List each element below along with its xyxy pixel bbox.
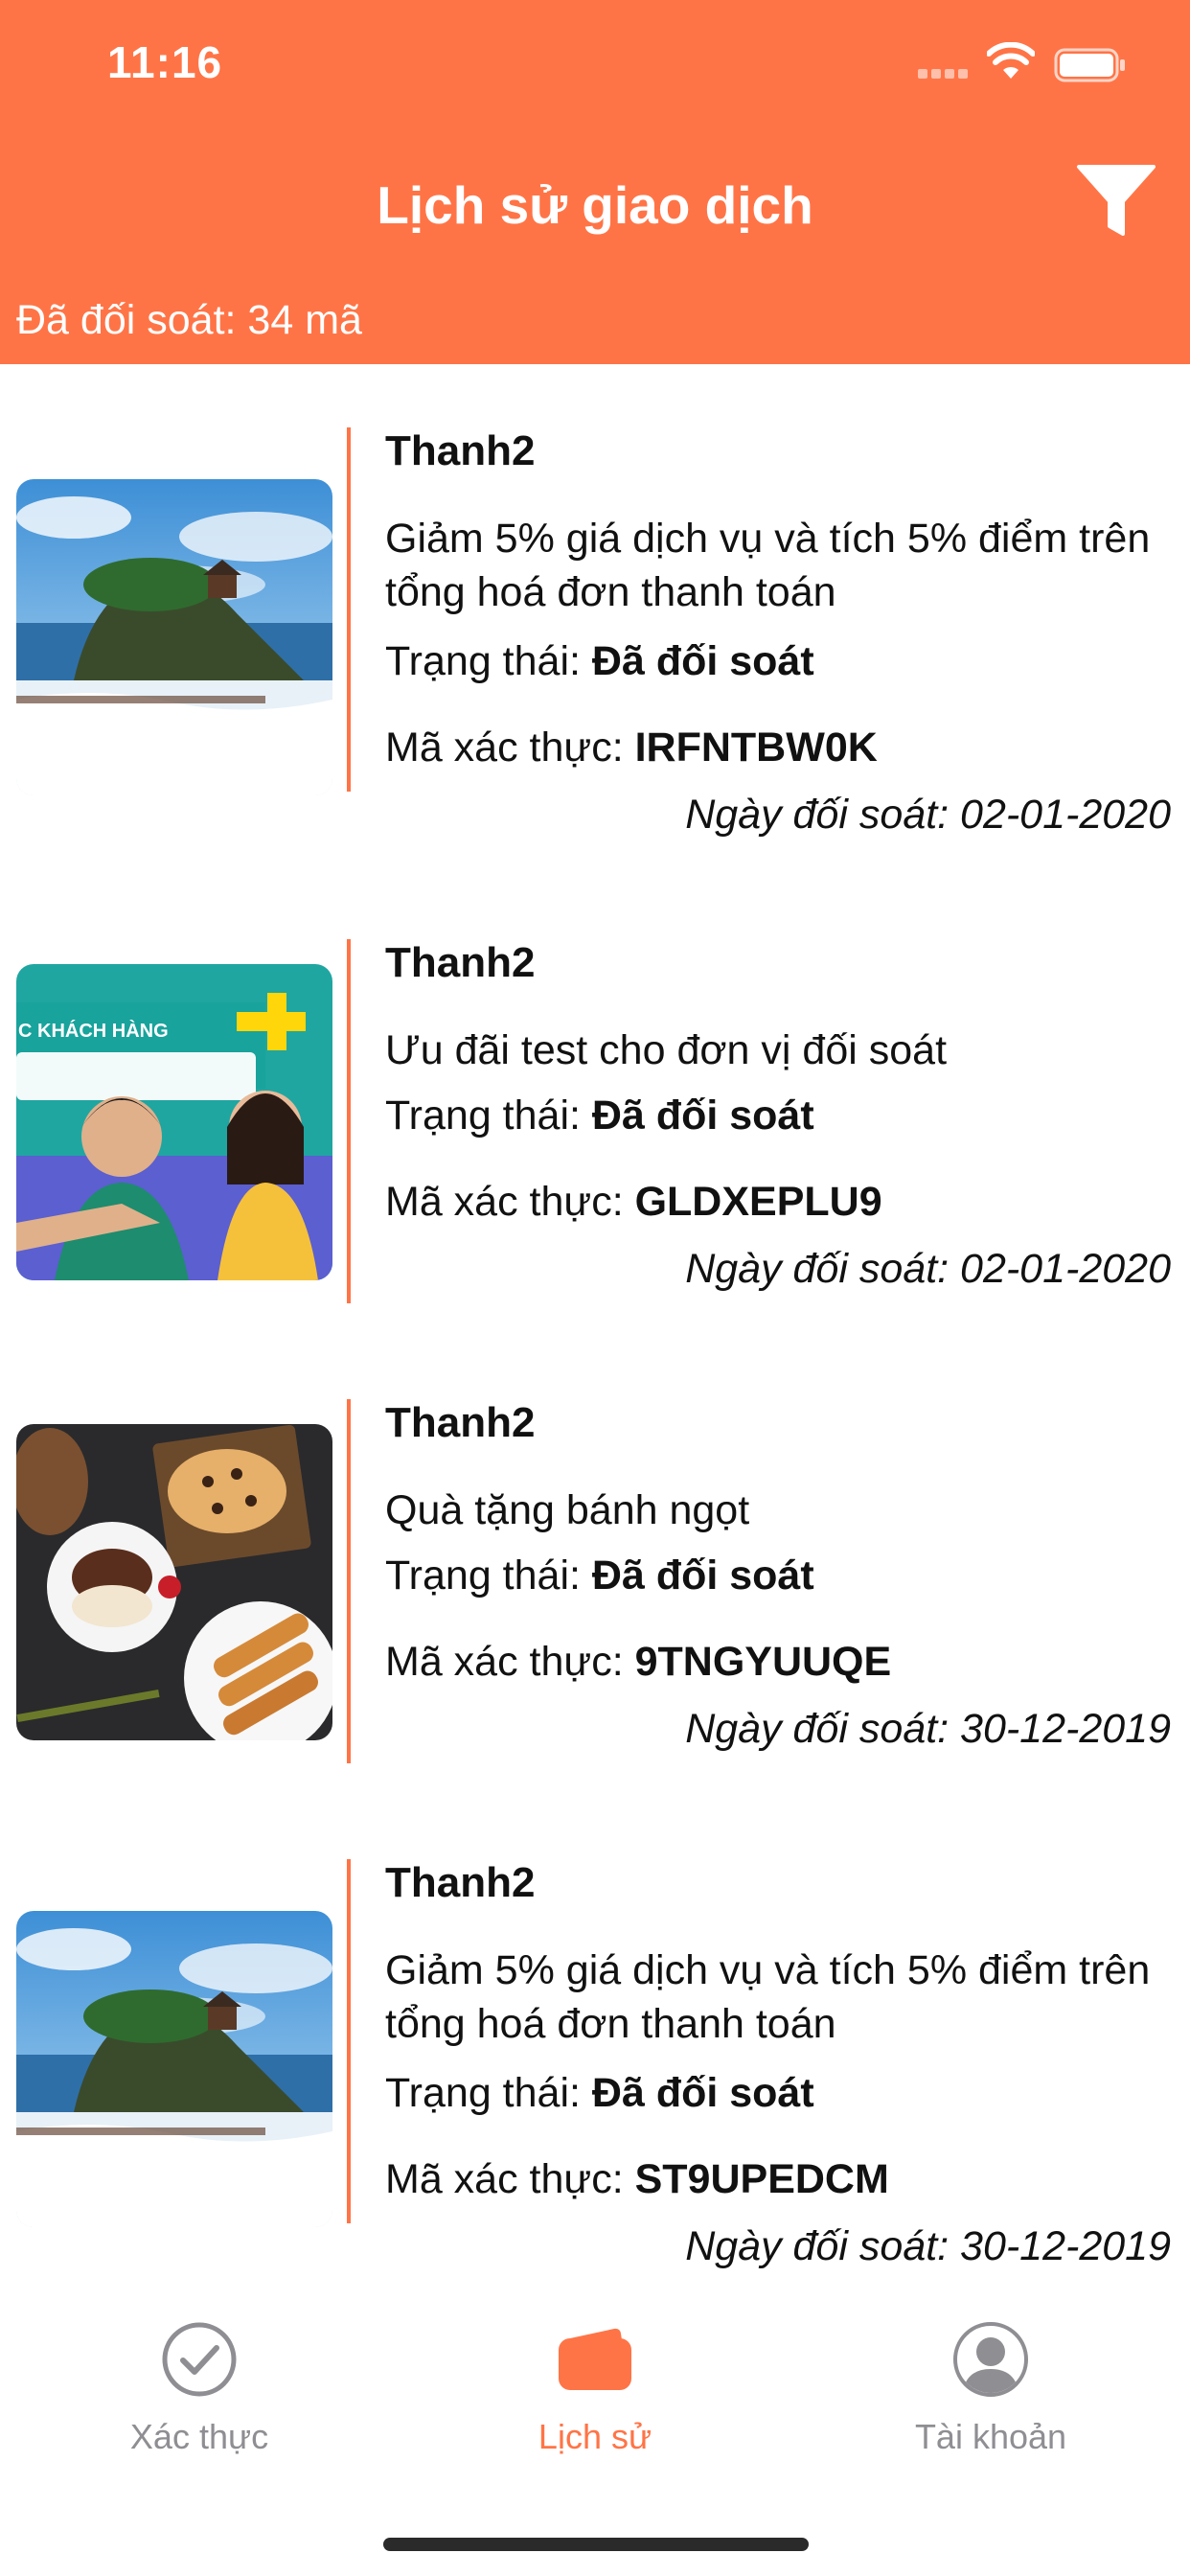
date-line: Ngày đối soát: 02-01-2020 [685, 1246, 1171, 1293]
code-label: Mã xác thực: [385, 724, 635, 770]
status-line: Trạng thái: Đã đối soát [385, 1552, 814, 1599]
merchant-name: Thanh2 [385, 427, 536, 474]
date-value: 02-01-2020 [960, 792, 1171, 838]
transaction-card[interactable]: Thanh2 Quà tặng bánh ngọt Trạng thái: Đã… [0, 1399, 1190, 1763]
cellular-signal-icon [918, 69, 968, 80]
code-value: 9TNGYUUQE [634, 1639, 892, 1685]
code-line: Mã xác thực: ST9UPEDCM [385, 2156, 889, 2203]
filter-icon[interactable] [1073, 163, 1159, 240]
date-line: Ngày đối soát: 30-12-2019 [685, 2223, 1171, 2270]
tab-tai-khoan[interactable]: Tài khoản [847, 2321, 1134, 2494]
status-value: Đã đối soát [591, 638, 814, 684]
beach-temple-photo [16, 479, 332, 795]
status-bar-time: 11:16 [107, 37, 223, 87]
tab-label: Xác thực [129, 2417, 269, 2456]
merchant-name: Thanh2 [385, 939, 536, 986]
merchant-name: Thanh2 [385, 1399, 536, 1446]
code-value: GLDXEPLU9 [634, 1179, 882, 1225]
battery-icon [1054, 48, 1125, 82]
dessert-photo [16, 1424, 332, 1740]
status-line: Trạng thái: Đã đối soát [385, 638, 814, 685]
status-value: Đã đối soát [591, 1552, 814, 1598]
tab-label: Tài khoản [914, 2417, 1067, 2456]
bottom-tab-bar: Xác thực Lịch sử Tài khoản [0, 2283, 1190, 2576]
date-label: Ngày đối soát: [685, 1706, 961, 1752]
date-label: Ngày đối soát: [685, 792, 961, 838]
code-label: Mã xác thực: [385, 1179, 635, 1225]
status-value: Đã đối soát [591, 2070, 814, 2116]
card-divider [347, 427, 351, 792]
transaction-card[interactable]: Thanh2 Giảm 5% giá dịch vụ và tích 5% đi… [0, 427, 1190, 838]
tab-lich-su[interactable]: Lịch sử [451, 2321, 739, 2494]
transaction-card[interactable]: Thanh2 Giảm 5% giá dịch vụ và tích 5% đi… [0, 1859, 1190, 2269]
status-value: Đã đối soát [591, 1092, 814, 1138]
status-label: Trạng thái: [385, 1552, 592, 1598]
offer-description: Giảm 5% giá dịch vụ và tích 5% điểm trên… [385, 1947, 1151, 2047]
beach-temple-photo [16, 1911, 332, 2227]
date-value: 30-12-2019 [960, 2223, 1171, 2269]
code-value: ST9UPEDCM [634, 2156, 889, 2202]
date-label: Ngày đối soát: [685, 2223, 961, 2269]
offer-description: Quà tặng bánh ngọt [385, 1487, 750, 1533]
merchant-name: Thanh2 [385, 1859, 536, 1906]
code-line: Mã xác thực: IRFNTBW0K [385, 724, 878, 771]
code-label: Mã xác thực: [385, 2156, 635, 2202]
home-indicator [383, 2538, 809, 2551]
tab-xac-thuc[interactable]: Xác thực [56, 2321, 343, 2494]
card-divider [347, 939, 351, 1303]
status-line: Trạng thái: Đã đối soát [385, 2070, 814, 2117]
status-label: Trạng thái: [385, 638, 592, 684]
date-value: 02-01-2020 [960, 1246, 1171, 1292]
status-label: Trạng thái: [385, 1092, 592, 1138]
transaction-card[interactable]: C KHÁCH HÀNG Thanh2 Ưu đãi test cho đơn … [0, 939, 1190, 1303]
code-label: Mã xác thực: [385, 1639, 635, 1685]
status-line: Trạng thái: Đã đối soát [385, 1092, 814, 1139]
card-divider [347, 1859, 351, 2223]
offer-description: Ưu đãi test cho đơn vị đối soát [385, 1027, 948, 1073]
check-circle-icon [162, 2322, 237, 2397]
offer-description: Giảm 5% giá dịch vụ và tích 5% điểm trên… [385, 516, 1151, 615]
tab-label: Lịch sử [538, 2417, 652, 2456]
date-line: Ngày đối soát: 02-01-2020 [685, 792, 1171, 839]
page-title: Lịch sử giao dịch [377, 175, 813, 235]
code-line: Mã xác thực: 9TNGYUUQE [385, 1639, 891, 1686]
status-label: Trạng thái: [385, 2070, 592, 2116]
transaction-list[interactable]: Thanh2 Giảm 5% giá dịch vụ và tích 5% đi… [0, 364, 1190, 2281]
viettel-promo-photo: C KHÁCH HÀNG [16, 964, 332, 1280]
date-value: 30-12-2019 [960, 1706, 1171, 1752]
code-line: Mã xác thực: GLDXEPLU9 [385, 1179, 882, 1226]
code-value: IRFNTBW0K [634, 724, 878, 770]
date-line: Ngày đối soát: 30-12-2019 [685, 1706, 1171, 1753]
wallet-icon [559, 2328, 631, 2390]
promo-image-text: C KHÁCH HÀNG [18, 1020, 169, 1042]
app-header: 11:16 Lịch sử giao dịch Đã đối soát: 34 … [0, 0, 1190, 364]
wifi-icon [987, 42, 1035, 79]
reconciled-count-label: Đã đối soát: 34 mã [16, 297, 362, 343]
card-divider [347, 1399, 351, 1763]
user-circle-icon [953, 2322, 1028, 2397]
date-label: Ngày đối soát: [685, 1246, 961, 1292]
